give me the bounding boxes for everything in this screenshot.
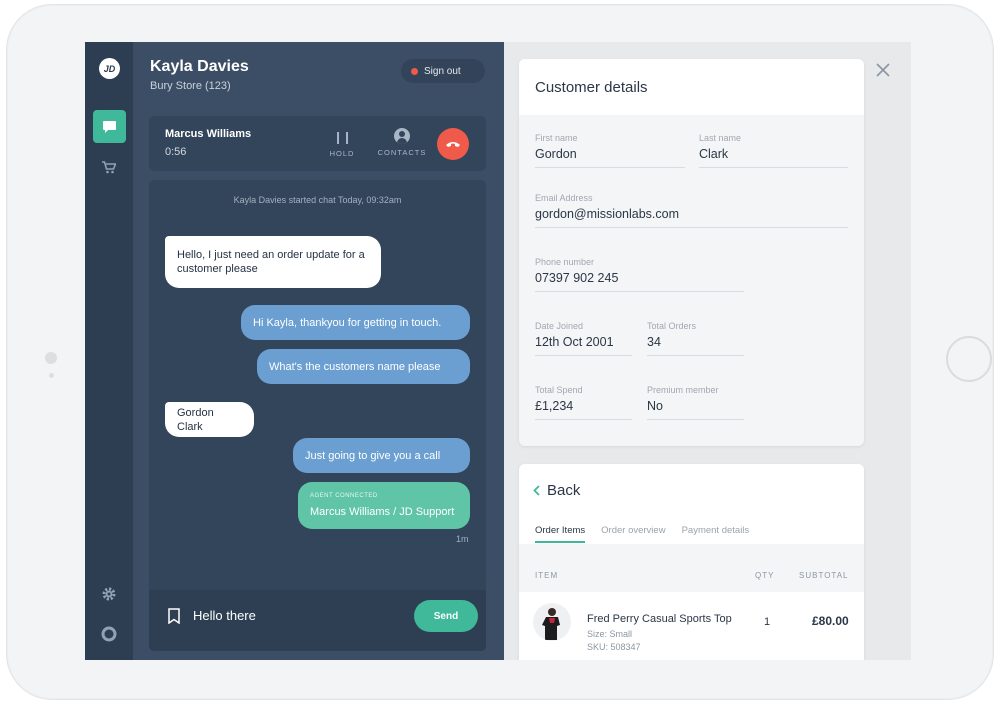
active-call-card: Marcus Williams 0:56 ❙❙ HOLD CONTACTS — [149, 116, 486, 171]
premium-member-value: No — [647, 399, 744, 420]
first-name-value: Gordon — [535, 147, 685, 168]
total-spend-field: Total Spend £1,234 — [535, 385, 632, 420]
close-icon[interactable] — [875, 62, 891, 78]
email-field[interactable]: Email Address gordon@missionlabs.com — [535, 193, 848, 228]
hold-label: HOLD — [329, 149, 355, 158]
order-card: Back Order Items Order overview Payment … — [519, 464, 864, 660]
message-bubble-customer: Hello, I just need an order update for a… — [165, 236, 381, 288]
back-label: Back — [547, 482, 581, 499]
sensor-dot — [49, 373, 54, 378]
agent-store: Bury Store (123) — [150, 80, 231, 92]
sign-out-label: Sign out — [424, 65, 461, 77]
chat-bubble-icon — [103, 120, 116, 133]
caller-name: Marcus Williams — [165, 128, 252, 140]
total-spend-label: Total Spend — [535, 385, 583, 395]
send-button[interactable]: Send — [414, 600, 478, 632]
bookmark-icon[interactable] — [167, 608, 181, 624]
person-icon — [394, 128, 410, 144]
first-name-label: First name — [535, 133, 578, 143]
hold-button[interactable]: ❙❙ HOLD — [327, 130, 357, 158]
tab-order-items[interactable]: Order Items — [535, 525, 586, 543]
settings-nav-button[interactable] — [99, 584, 119, 604]
message-bubble-agent: Just going to give you a call — [293, 438, 470, 473]
call-duration: 0:56 — [165, 146, 187, 158]
agent-connected-text: Marcus Williams / JD Support — [310, 505, 455, 518]
total-orders-field: Total Orders 34 — [647, 321, 744, 356]
email-label: Email Address — [535, 193, 593, 203]
last-name-label: Last name — [699, 133, 742, 143]
compose-bar: Send — [149, 590, 486, 651]
product-subtotal: £80.00 — [812, 614, 849, 628]
back-button[interactable]: Back — [533, 482, 580, 499]
sign-out-button[interactable]: Sign out — [401, 59, 485, 83]
first-name-field[interactable]: First name Gordon — [535, 133, 685, 168]
total-orders-label: Total Orders — [647, 321, 697, 331]
phone-value: 07397 902 245 — [535, 271, 744, 292]
message-bubble-agent: What's the customers name please — [257, 349, 470, 384]
product-thumbnail-icon — [542, 608, 560, 640]
chat-started-notice: Kayla Davies started chat Today, 09:32am — [233, 195, 402, 205]
total-spend-value: £1,234 — [535, 399, 632, 420]
conversation-area: Kayla Davies started chat Today, 09:32am… — [149, 180, 486, 651]
product-sku: SKU: 508347 — [587, 642, 641, 652]
contacts-label: CONTACTS — [377, 148, 427, 157]
hang-up-icon — [446, 142, 460, 147]
app-screen: JD Kayla Davies Bury Store (123) Sign ou… — [85, 42, 911, 660]
order-item-row[interactable]: Fred Perry Casual Sports Top Size: Small… — [519, 592, 864, 660]
message-bubble-agent: Hi Kayla, thankyou for getting in touch. — [241, 305, 470, 340]
premium-member-field: Premium member No — [647, 385, 744, 420]
message-bubble-customer: Gordon Clark — [165, 402, 254, 437]
status-dot — [411, 67, 418, 75]
date-joined-field: Date Joined 12th Oct 2001 — [535, 321, 632, 356]
order-header: Back Order Items Order overview Payment … — [519, 464, 864, 544]
column-header-subtotal: SUBTOTAL — [799, 571, 849, 580]
chevron-left-icon — [533, 485, 540, 496]
column-header-item: ITEM — [535, 571, 559, 580]
support-nav-button[interactable] — [100, 625, 118, 643]
chat-nav-button[interactable] — [93, 110, 126, 143]
home-button[interactable] — [946, 336, 992, 382]
last-name-value: Clark — [699, 147, 848, 168]
agent-name: Kayla Davies — [150, 58, 249, 75]
customer-details-title: Customer details — [519, 59, 864, 115]
chat-panel: Kayla Davies Bury Store (123) Sign out M… — [133, 42, 504, 660]
hang-up-button[interactable] — [437, 128, 469, 160]
cart-nav-button[interactable] — [100, 158, 118, 176]
tab-payment-details[interactable]: Payment details — [682, 525, 750, 543]
email-value: gordon@missionlabs.com — [535, 207, 848, 228]
phone-field[interactable]: Phone number 07397 902 245 — [535, 257, 744, 292]
date-joined-label: Date Joined — [535, 321, 584, 331]
product-size: Size: Small — [587, 629, 633, 639]
gear-icon — [102, 587, 116, 601]
agent-connected-tag: AGENT CONNECTED — [310, 492, 378, 499]
lifebuoy-icon — [101, 626, 117, 642]
product-name: Fred Perry Casual Sports Top — [587, 613, 732, 625]
order-tabs: Order Items Order overview Payment detai… — [535, 525, 749, 543]
message-input[interactable] — [193, 608, 393, 623]
pause-icon: ❙❙ — [332, 130, 352, 144]
total-orders-value: 34 — [647, 335, 744, 356]
customer-details-card: Customer details First name Gordon Last … — [519, 59, 864, 446]
date-joined-value: 12th Oct 2001 — [535, 335, 632, 356]
product-qty: 1 — [764, 616, 771, 628]
column-header-qty: QTY — [755, 571, 775, 580]
nav-rail: JD — [85, 42, 133, 660]
message-timestamp: 1m — [456, 534, 469, 544]
last-name-field[interactable]: Last name Clark — [699, 133, 848, 168]
cart-icon — [102, 160, 116, 173]
product-image — [533, 603, 571, 641]
phone-label: Phone number — [535, 257, 595, 267]
contacts-button[interactable]: CONTACTS — [374, 128, 430, 157]
tab-order-overview[interactable]: Order overview — [601, 525, 665, 543]
premium-member-label: Premium member — [647, 385, 719, 395]
jd-logo: JD — [99, 58, 120, 79]
camera-dot — [45, 352, 57, 364]
agent-connected-bubble: AGENT CONNECTED Marcus Williams / JD Sup… — [298, 482, 470, 529]
